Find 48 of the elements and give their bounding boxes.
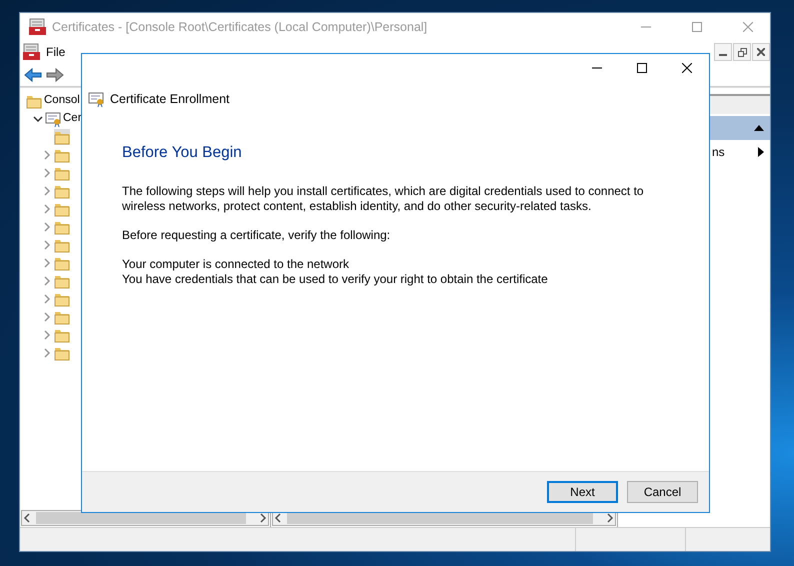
checklist-item: Your computer is connected to the network (122, 257, 350, 272)
checklist-item: You have credentials that can be used to verify your right to obtain the certificate (122, 272, 549, 287)
maximize-icon (692, 22, 702, 32)
cancel-button[interactable]: Cancel (627, 481, 698, 503)
maximize-icon (636, 63, 646, 73)
folder-icon[interactable] (54, 147, 70, 163)
scroll-right-icon[interactable] (258, 513, 268, 523)
scroll-right-icon[interactable] (605, 513, 615, 523)
folder-icon[interactable] (54, 345, 70, 361)
minimize-button[interactable] (714, 43, 732, 61)
action-item[interactable]: ns (712, 143, 725, 161)
scroll-left-icon[interactable] (273, 513, 283, 523)
close-icon (682, 63, 692, 73)
scrollbar-thumb[interactable] (36, 512, 246, 524)
tree-item[interactable]: Consol (44, 92, 80, 110)
collapse-triangle-icon[interactable] (754, 124, 764, 132)
folder-icon[interactable] (54, 165, 70, 181)
folder-icon[interactable] (54, 291, 70, 307)
forward-arrow-icon[interactable] (46, 66, 64, 82)
paragraph: The following steps will help you install certificates, which are digital credentials used to connect to wireless networks, protect content, establish identity, and do other security-related tasks. (122, 184, 645, 214)
restore-icon (738, 48, 746, 56)
menu-item[interactable]: File (46, 43, 66, 61)
window-title: Certificates - [Console Root\Certificates (Local Computer)\Personal] (52, 18, 428, 36)
toolbox-icon (22, 43, 40, 61)
next-button[interactable]: Next (547, 481, 618, 503)
folder-icon[interactable] (54, 255, 70, 271)
page-heading: Before You Begin (122, 142, 243, 163)
folder-icon[interactable] (54, 327, 70, 343)
folder-icon[interactable] (54, 273, 70, 289)
dialog-title: Certificate Enrollment (110, 91, 230, 108)
certificate-icon[interactable] (45, 111, 61, 127)
restore-button[interactable] (733, 43, 751, 61)
close-icon (742, 22, 752, 32)
back-arrow-icon[interactable] (24, 66, 42, 82)
close-icon (757, 48, 765, 56)
submenu-triangle-icon[interactable] (758, 147, 764, 157)
scrollbar-thumb[interactable] (287, 512, 593, 524)
folder-icon[interactable] (54, 309, 70, 325)
folder-icon[interactable] (54, 201, 70, 217)
paragraph: Before requesting a certificate, verify the following: (122, 228, 392, 243)
folder-icon[interactable] (54, 219, 70, 235)
toolbox-icon (28, 18, 46, 36)
folder-icon[interactable] (54, 237, 70, 253)
tree-item[interactable]: Cer (63, 110, 82, 128)
folder-icon[interactable] (54, 183, 70, 199)
close-button[interactable] (752, 43, 770, 61)
scroll-left-icon[interactable] (22, 513, 32, 523)
certificate-icon (88, 91, 104, 108)
